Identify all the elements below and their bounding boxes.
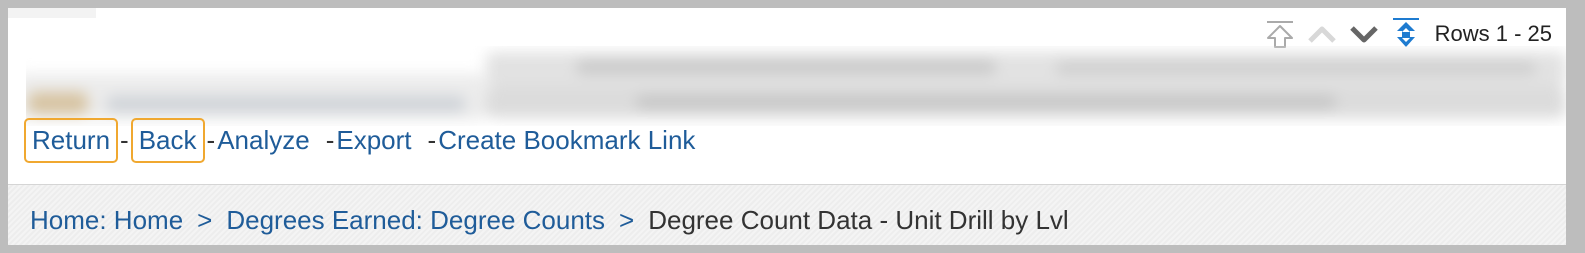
first-page-icon[interactable] xyxy=(1265,19,1295,49)
separator: - xyxy=(206,124,216,155)
breadcrumb-home[interactable]: Home: Home xyxy=(30,205,183,235)
export-link[interactable]: Export xyxy=(336,122,417,159)
breadcrumb-separator: > xyxy=(619,205,635,235)
breadcrumb: Home: Home > Degrees Earned: Degree Counts… xyxy=(30,205,1069,236)
breadcrumb-separator: > xyxy=(197,205,213,235)
next-page-icon[interactable] xyxy=(1349,19,1379,49)
top-strip xyxy=(8,8,96,18)
report-actions: Return - Back - Analyze - Export - Creat… xyxy=(24,116,701,164)
previous-page-icon[interactable] xyxy=(1307,19,1337,49)
separator: - xyxy=(427,124,437,155)
back-link[interactable]: Back xyxy=(130,117,205,163)
rows-range-label: Rows 1 - 25 xyxy=(1434,21,1552,46)
redacted-region xyxy=(26,46,1566,126)
breadcrumb-degree-counts[interactable]: Degrees Earned: Degree Counts xyxy=(226,205,605,235)
separator: - xyxy=(120,124,129,155)
separator: - xyxy=(325,124,335,155)
return-link[interactable]: Return xyxy=(24,117,119,163)
report-frame: Rows 1 - 25 Return - Back - Analyze - Ex… xyxy=(8,8,1566,245)
create-bookmark-link[interactable]: Create Bookmark Link xyxy=(438,122,701,159)
all-rows-icon[interactable] xyxy=(1391,18,1421,49)
breadcrumb-bar: Home: Home > Degrees Earned: Degree Counts… xyxy=(8,184,1566,245)
breadcrumb-current-page: Degree Count Data - Unit Drill by Lvl xyxy=(648,205,1069,235)
analyze-link[interactable]: Analyze xyxy=(217,122,316,159)
